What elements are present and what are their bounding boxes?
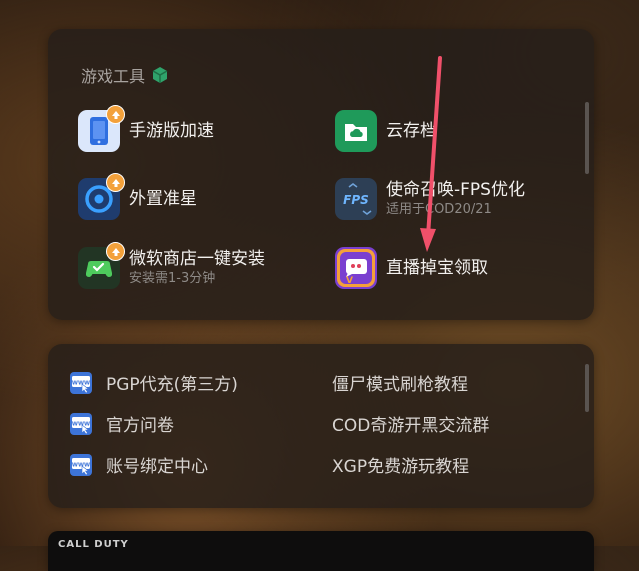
link-survey[interactable]: WWW 官方问卷 xyxy=(70,411,174,436)
link-label: 账号绑定中心 xyxy=(106,457,208,477)
tool-subtitle: 适用于COD20/21 xyxy=(386,202,492,217)
www-icon: WWW xyxy=(70,453,92,476)
cloud-folder-icon xyxy=(335,110,377,152)
section-title: 游戏工具 xyxy=(81,63,169,87)
link-account-binding[interactable]: WWW 账号绑定中心 xyxy=(70,452,208,477)
scrollbar[interactable] xyxy=(585,102,589,174)
tool-subtitle: 安装需1-3分钟 xyxy=(129,271,216,286)
link-zombie-tutorial[interactable]: 僵尸模式刷枪教程 xyxy=(332,370,468,395)
section-title-text: 游戏工具 xyxy=(81,67,146,86)
link-xgp-tutorial[interactable]: XGP免费游玩教程 xyxy=(332,452,469,477)
link-label: COD奇游开黑交流群 xyxy=(332,416,490,436)
links-card: WWW PGP代充(第三方) WWW 官方问卷 WWW 账号绑定中心 僵尸模式刷… xyxy=(48,344,594,508)
svg-text:WWW: WWW xyxy=(72,421,90,427)
svg-text:WWW: WWW xyxy=(72,462,90,468)
svg-text:FPS: FPS xyxy=(343,193,369,207)
phone-boost-icon xyxy=(78,105,125,152)
crosshair-icon xyxy=(78,173,125,220)
live-drops-icon: V xyxy=(335,247,377,289)
tool-name: 外置准星 xyxy=(129,189,197,209)
tool-name: 使命召唤-FPS优化 xyxy=(386,180,525,200)
link-label: XGP免费游玩教程 xyxy=(332,457,470,477)
upgrade-badge-icon xyxy=(106,105,125,124)
controller-icon xyxy=(78,242,125,289)
upgrade-badge-icon xyxy=(106,173,125,192)
svg-text:WWW: WWW xyxy=(72,380,90,386)
game-tools-card: 游戏工具 手游版加速 云存档 外置准星 FPS 使命召唤-FPS优化 适用于CO… xyxy=(48,29,594,320)
tool-cloud-save[interactable]: 云存档 xyxy=(335,110,437,152)
tool-fps-optimize[interactable]: FPS 使命召唤-FPS优化 适用于COD20/21 xyxy=(335,178,525,220)
tool-crosshair[interactable]: 外置准星 xyxy=(78,173,197,220)
link-pgp-recharge[interactable]: WWW PGP代充(第三方) xyxy=(70,370,238,395)
tool-name: 微软商店一键安装 xyxy=(129,249,265,269)
tool-live-drops[interactable]: V 直播掉宝领取 xyxy=(335,247,488,289)
fps-icon: FPS xyxy=(335,178,377,220)
svg-text:V: V xyxy=(346,276,353,286)
link-label: 僵尸模式刷枪教程 xyxy=(332,375,468,395)
link-group-chat[interactable]: COD奇游开黑交流群 xyxy=(332,411,489,436)
upgrade-badge-icon xyxy=(106,242,125,261)
tool-name: 手游版加速 xyxy=(129,121,214,141)
scrollbar[interactable] xyxy=(585,364,589,412)
tool-name: 云存档 xyxy=(386,121,437,141)
cube-icon xyxy=(151,66,169,84)
tool-mobile-boost[interactable]: 手游版加速 xyxy=(78,105,214,152)
www-icon: WWW xyxy=(70,371,92,394)
link-label: PGP代充(第三方) xyxy=(106,375,238,395)
www-icon: WWW xyxy=(70,412,92,435)
tool-ms-store-install[interactable]: 微软商店一键安装 安装需1-3分钟 xyxy=(78,242,265,289)
link-label: 官方问卷 xyxy=(106,416,174,436)
tool-name: 直播掉宝领取 xyxy=(386,258,488,278)
game-banner-card[interactable]: CALL DUTY xyxy=(48,531,594,571)
banner-logo-text: CALL DUTY xyxy=(58,539,129,550)
